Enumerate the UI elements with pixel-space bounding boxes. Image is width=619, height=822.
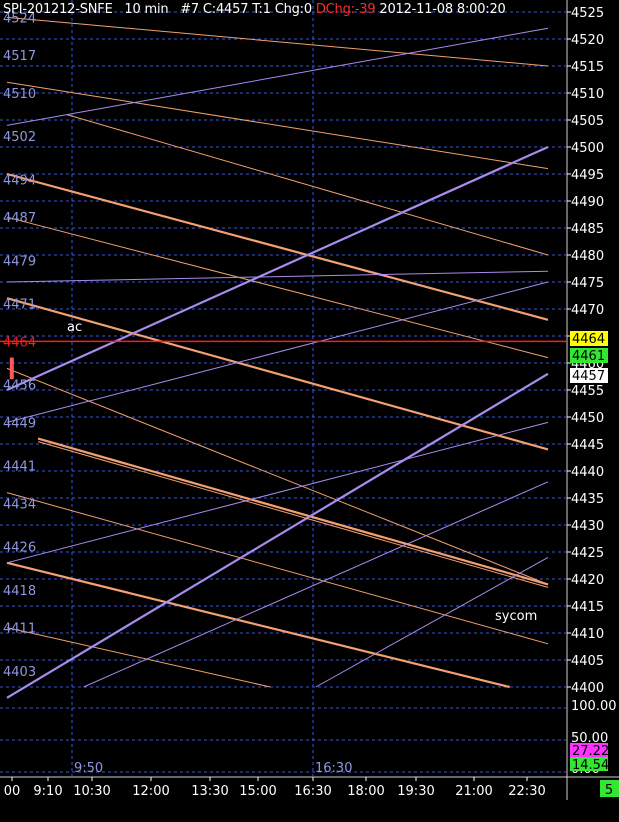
price-tick-4415: 4415 <box>571 600 604 615</box>
left-price-label-4479: 4479 <box>3 254 36 269</box>
price-tick-4410: 4410 <box>571 627 604 642</box>
chart-header: SPI-201212-SNFE 10 min #7 C:4457 T:1 Chg… <box>3 2 506 18</box>
price-tick-4440: 4440 <box>571 465 604 480</box>
session-marker-1630: 16:30 <box>315 761 352 776</box>
price-tick-4480: 4480 <box>571 249 604 264</box>
left-price-label-4418: 4418 <box>3 584 36 599</box>
price-tick-4490: 4490 <box>571 195 604 210</box>
price-tag-value-4457: 4457 <box>572 369 605 384</box>
indicator-tag-value-14.54: 14.54 <box>572 758 609 773</box>
daily-change-label: DChg:-39 <box>315 2 376 17</box>
left-price-label-4426: 4426 <box>3 541 36 556</box>
indicator-tag-value-27.22: 27.22 <box>572 744 609 759</box>
indicator-tick-0: 100.00 <box>571 699 617 714</box>
price-tick-4510: 4510 <box>571 87 604 102</box>
left-price-label-4464: 4464 <box>3 335 36 350</box>
price-tick-4405: 4405 <box>571 654 604 669</box>
time-tick-2100: 21:00 <box>455 784 492 799</box>
time-tick-1930: 19:30 <box>397 784 434 799</box>
price-tick-4435: 4435 <box>571 492 604 507</box>
left-price-label-4471: 4471 <box>3 298 36 313</box>
price-tick-4520: 4520 <box>571 33 604 48</box>
price-tick-4420: 4420 <box>571 573 604 588</box>
left-price-label-4403: 4403 <box>3 665 36 680</box>
left-price-label-4510: 4510 <box>3 87 36 102</box>
time-tick-2230: 22:30 <box>508 784 545 799</box>
price-bar <box>9 357 14 380</box>
left-price-label-4434: 4434 <box>3 497 36 512</box>
symbol-label: SPI-201212-SNFE <box>3 2 113 17</box>
chart-canvas[interactable]: 4524451745104502449444874479447144644456… <box>0 0 619 822</box>
price-tick-4445: 4445 <box>571 438 604 453</box>
price-tick-4470: 4470 <box>571 303 604 318</box>
time-tick-1500: 15:00 <box>239 784 276 799</box>
corner-label: 5 <box>605 783 613 798</box>
price-tick-4430: 4430 <box>571 519 604 534</box>
interval-label: 10 min <box>124 2 169 17</box>
time-tick-1330: 13:30 <box>191 784 228 799</box>
left-price-label-4411: 4411 <box>3 622 36 637</box>
price-bars <box>9 357 14 380</box>
left-price-label-4449: 4449 <box>3 416 36 431</box>
time-tick-1200: 12:00 <box>132 784 169 799</box>
price-tick-4495: 4495 <box>571 168 604 183</box>
left-price-label-4502: 4502 <box>3 130 36 145</box>
price-tick-4450: 4450 <box>571 411 604 426</box>
price-tick-4485: 4485 <box>571 222 604 237</box>
annotation-ac: ac <box>67 320 82 335</box>
price-tick-4475: 4475 <box>571 276 604 291</box>
price-tag-value-4464: 4464 <box>572 332 605 347</box>
price-tick-4525: 4525 <box>571 6 604 21</box>
annotation-sycom: sycom <box>495 609 537 624</box>
price-tick-4400: 4400 <box>571 681 604 696</box>
datetime-label: 2012-11-08 8:00:20 <box>379 2 506 17</box>
price-tick-4505: 4505 <box>571 114 604 129</box>
time-tick-1030: 10:30 <box>73 784 110 799</box>
price-tag-value-4461: 4461 <box>572 349 605 364</box>
time-tick-1630: 16:30 <box>294 784 331 799</box>
price-tick-4515: 4515 <box>571 60 604 75</box>
left-price-label-4487: 4487 <box>3 211 36 226</box>
time-tick-00: 00 <box>4 784 21 799</box>
price-tick-4455: 4455 <box>571 384 604 399</box>
bar-info-label: #7 C:4457 T:1 Chg:0 <box>180 2 312 17</box>
price-tick-4500: 4500 <box>571 141 604 156</box>
time-tick-1800: 18:00 <box>347 784 384 799</box>
left-price-label-4517: 4517 <box>3 49 36 64</box>
left-price-label-4441: 4441 <box>3 460 36 475</box>
session-marker-950: 9:50 <box>74 761 103 776</box>
price-tick-4425: 4425 <box>571 546 604 561</box>
left-price-label-4494: 4494 <box>3 173 36 188</box>
left-price-label-4456: 4456 <box>3 379 36 394</box>
time-tick-910: 9:10 <box>33 784 62 799</box>
